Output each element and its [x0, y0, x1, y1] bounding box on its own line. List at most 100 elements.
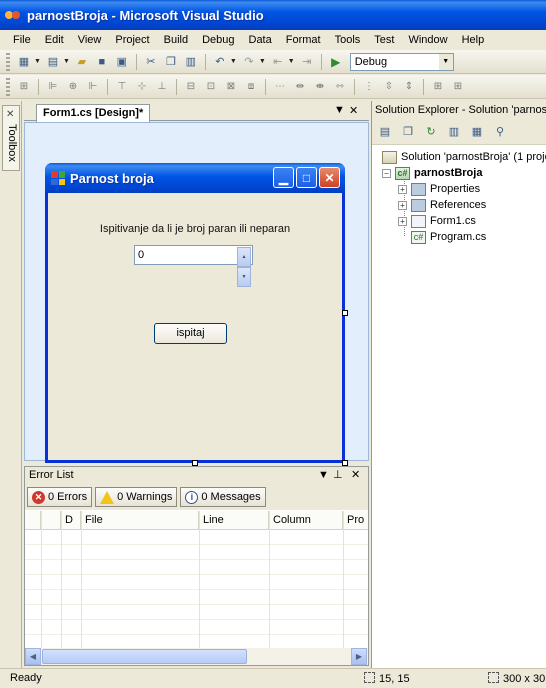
- chevron-down-icon[interactable]: ▼: [34, 58, 41, 65]
- minimize-icon[interactable]: ▁: [273, 167, 294, 188]
- class-diagram-icon[interactable]: ⚲: [491, 123, 509, 141]
- add-item-icon[interactable]: ▤: [44, 53, 62, 71]
- open-file-icon[interactable]: ▰: [73, 53, 91, 71]
- view-code-icon[interactable]: ▥: [445, 123, 463, 141]
- toolbar-grip[interactable]: [6, 52, 10, 71]
- tree-item-properties[interactable]: + Properties: [398, 181, 480, 197]
- spin-down-icon[interactable]: ▼: [237, 267, 251, 287]
- align-lefts-icon[interactable]: ⊫: [44, 78, 62, 96]
- align-centers-icon[interactable]: ⊕: [64, 78, 82, 96]
- menu-window[interactable]: Window: [401, 31, 454, 49]
- navigate-forward-icon[interactable]: ⇥: [298, 53, 316, 71]
- horizontal-scrollbar[interactable]: ◀ ▶: [25, 648, 368, 665]
- window-position-chevron-icon[interactable]: ▼: [318, 467, 329, 484]
- chevron-down-icon[interactable]: ▼: [230, 58, 237, 65]
- view-designer-icon[interactable]: ▦: [468, 123, 486, 141]
- properties-icon[interactable]: ▤: [376, 123, 394, 141]
- column-header-project[interactable]: Pro: [343, 511, 368, 530]
- cut-icon[interactable]: ✂: [142, 53, 160, 71]
- column-header-severity[interactable]: [25, 511, 41, 530]
- chevron-down-icon[interactable]: ▼: [438, 53, 453, 70]
- expand-icon[interactable]: +: [398, 200, 407, 210]
- menu-file[interactable]: File: [6, 31, 38, 49]
- column-header-file[interactable]: File: [81, 511, 199, 530]
- chevron-down-icon[interactable]: ▼: [288, 58, 295, 65]
- size-to-grid-icon[interactable]: ⊡: [202, 78, 220, 96]
- spin-up-icon[interactable]: ▲: [237, 247, 251, 267]
- tree-item-form1[interactable]: + Form1.cs: [398, 213, 476, 229]
- column-header-icon[interactable]: [41, 511, 61, 530]
- number-spinner[interactable]: ▲ ▼: [237, 247, 251, 287]
- start-debugging-icon[interactable]: ▶: [327, 53, 345, 71]
- horizontal-spacing-equal-icon[interactable]: ⋯: [271, 78, 289, 96]
- scroll-right-icon[interactable]: ▶: [351, 648, 367, 665]
- close-icon[interactable]: ✕: [319, 167, 340, 188]
- chevron-down-icon[interactable]: ▼: [63, 58, 70, 65]
- redo-icon[interactable]: ↷: [240, 53, 258, 71]
- align-middles-icon[interactable]: ⊹: [133, 78, 151, 96]
- make-same-size-icon[interactable]: ⧈: [242, 78, 260, 96]
- center-horizontally-icon[interactable]: ⊞: [429, 78, 447, 96]
- expand-icon[interactable]: +: [398, 184, 407, 194]
- tree-item-program[interactable]: c# Program.cs: [411, 229, 486, 245]
- menu-format[interactable]: Format: [279, 31, 328, 49]
- show-all-files-icon[interactable]: ❐: [399, 123, 417, 141]
- horizontal-spacing-remove-icon[interactable]: ⇿: [331, 78, 349, 96]
- paste-icon[interactable]: ▥: [182, 53, 200, 71]
- undo-icon[interactable]: ↶: [211, 53, 229, 71]
- horizontal-spacing-decrease-icon[interactable]: ⇼: [311, 78, 329, 96]
- scroll-thumb[interactable]: [42, 649, 247, 664]
- align-bottoms-icon[interactable]: ⊥: [153, 78, 171, 96]
- toolbar-grip[interactable]: [6, 77, 10, 96]
- close-document-icon[interactable]: ✕: [349, 104, 358, 117]
- solution-configuration-select[interactable]: Debug ▼: [349, 52, 454, 71]
- menu-debug[interactable]: Debug: [195, 31, 241, 49]
- make-same-width-icon[interactable]: ⊟: [182, 78, 200, 96]
- horizontal-spacing-increase-icon[interactable]: ⇹: [291, 78, 309, 96]
- vertical-spacing-increase-icon[interactable]: ⇳: [380, 78, 398, 96]
- tree-item-project[interactable]: − c# parnostBroja: [382, 165, 482, 181]
- save-icon[interactable]: ■: [93, 53, 111, 71]
- auto-hide-pin-icon[interactable]: ⊥: [333, 467, 343, 484]
- tree-item-solution[interactable]: Solution 'parnostBroja' (1 proje: [382, 149, 546, 165]
- designer-form[interactable]: Parnost broja ▁ □ ✕ Ispitivanje da li je…: [45, 163, 345, 463]
- vertical-spacing-decrease-icon[interactable]: ⇕: [400, 78, 418, 96]
- toolbox-tab[interactable]: ✕ Toolbox: [2, 105, 20, 171]
- menu-data[interactable]: Data: [242, 31, 279, 49]
- error-grid-body[interactable]: [25, 530, 368, 648]
- menu-tools[interactable]: Tools: [328, 31, 368, 49]
- chevron-down-icon[interactable]: ▼: [259, 58, 266, 65]
- column-header-column[interactable]: Column: [269, 511, 343, 530]
- menu-help[interactable]: Help: [455, 31, 492, 49]
- number-input[interactable]: 0 ▲ ▼: [134, 245, 253, 287]
- close-panel-icon[interactable]: ✕: [351, 467, 360, 484]
- warnings-filter-button[interactable]: 0 Warnings: [95, 487, 178, 507]
- menu-build[interactable]: Build: [157, 31, 195, 49]
- messages-filter-button[interactable]: i 0 Messages: [180, 487, 266, 507]
- collapse-icon[interactable]: −: [382, 168, 391, 178]
- align-rights-icon[interactable]: ⊩: [84, 78, 102, 96]
- new-project-icon[interactable]: ▦: [15, 53, 33, 71]
- menu-project[interactable]: Project: [108, 31, 156, 49]
- save-all-icon[interactable]: ▣: [113, 53, 131, 71]
- tree-item-references[interactable]: + References: [398, 197, 486, 213]
- expand-icon[interactable]: +: [398, 216, 407, 226]
- maximize-icon[interactable]: □: [296, 167, 317, 188]
- window-list-chevron-icon[interactable]: ▼: [334, 104, 345, 116]
- menu-test[interactable]: Test: [367, 31, 401, 49]
- menu-edit[interactable]: Edit: [38, 31, 71, 49]
- menu-view[interactable]: View: [71, 31, 109, 49]
- check-button[interactable]: ispitaj: [154, 323, 227, 344]
- scroll-left-icon[interactable]: ◀: [25, 648, 41, 665]
- navigate-backward-icon[interactable]: ⇤: [269, 53, 287, 71]
- refresh-icon[interactable]: ↻: [422, 123, 440, 141]
- column-header-line[interactable]: Line: [199, 511, 269, 530]
- vertical-spacing-equal-icon[interactable]: ⋮: [360, 78, 378, 96]
- center-vertically-icon[interactable]: ⊞: [449, 78, 467, 96]
- copy-icon[interactable]: ❐: [162, 53, 180, 71]
- make-same-height-icon[interactable]: ⊠: [222, 78, 240, 96]
- column-header-description[interactable]: D: [61, 511, 81, 530]
- resize-handle-right[interactable]: [342, 310, 348, 316]
- errors-filter-button[interactable]: ✕ 0 Errors: [27, 487, 93, 507]
- tab-form1-design[interactable]: Form1.cs [Design]*: [36, 104, 151, 122]
